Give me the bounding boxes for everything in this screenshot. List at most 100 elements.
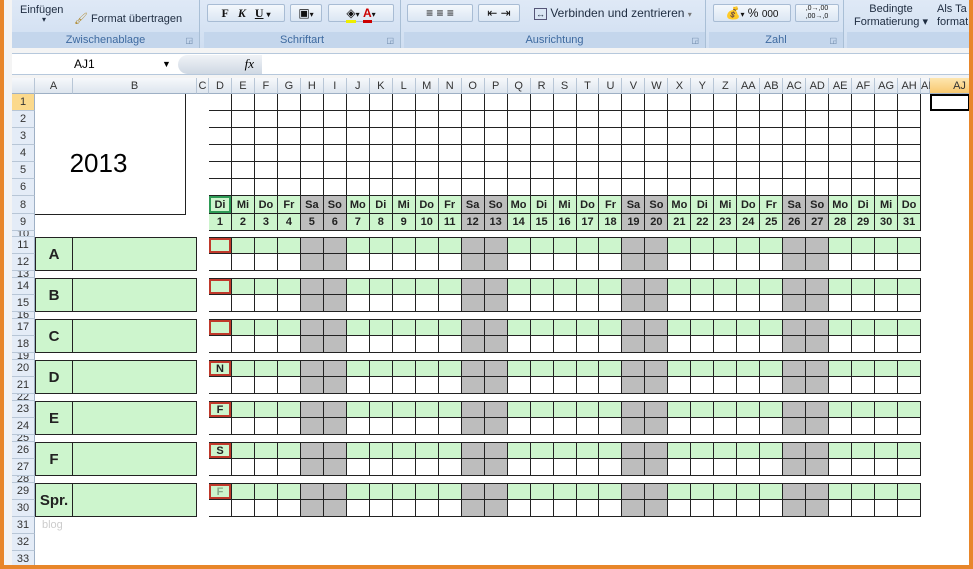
- shift-cell[interactable]: [346, 278, 370, 295]
- shift-cell[interactable]: [576, 401, 600, 418]
- shift-cell[interactable]: [300, 360, 324, 377]
- grid-cell[interactable]: [461, 128, 485, 145]
- shift-cell[interactable]: [507, 483, 531, 500]
- shift-cell[interactable]: [507, 401, 531, 418]
- grid-cell[interactable]: [645, 111, 669, 128]
- grid-cell[interactable]: [622, 162, 646, 179]
- shift-cell[interactable]: [668, 319, 692, 336]
- column-header-H[interactable]: H: [300, 78, 324, 94]
- shift-cell[interactable]: [898, 418, 922, 435]
- shift-cell[interactable]: [645, 500, 669, 517]
- column-header-S[interactable]: S: [553, 78, 577, 94]
- row-header-1[interactable]: 1: [12, 94, 35, 111]
- grid-cell[interactable]: [507, 128, 531, 145]
- font-color-icon[interactable]: A: [362, 6, 372, 23]
- shift-cell[interactable]: [438, 483, 462, 500]
- grid-cell[interactable]: [415, 94, 439, 111]
- shift-cell[interactable]: [760, 377, 784, 394]
- shift-cell[interactable]: [737, 377, 761, 394]
- grid-cell[interactable]: [369, 179, 393, 196]
- shift-cell[interactable]: [415, 336, 439, 353]
- shift-cell[interactable]: [852, 295, 876, 312]
- worksheet-grid[interactable]: A B C D E F G H I J K L M N O P Q R S T U V W X Y Z AA AB AC AD AE AF AG…: [12, 78, 969, 565]
- shift-cell[interactable]: [323, 442, 347, 459]
- shift-cell[interactable]: [484, 459, 508, 476]
- grid-cell[interactable]: [898, 179, 922, 196]
- shift-cell[interactable]: [668, 336, 692, 353]
- grid-cell[interactable]: [691, 128, 715, 145]
- grid-cell[interactable]: [300, 162, 324, 179]
- shift-cell[interactable]: [300, 295, 324, 312]
- grid-cell[interactable]: [806, 162, 830, 179]
- shift-cell[interactable]: [209, 377, 232, 394]
- shift-cell[interactable]: [209, 295, 232, 312]
- grid-cell[interactable]: [622, 179, 646, 196]
- shift-cell[interactable]: [323, 278, 347, 295]
- shift-cell[interactable]: [530, 295, 554, 312]
- column-header-O[interactable]: O: [461, 78, 485, 94]
- fill-color-icon[interactable]: ◈: [346, 6, 356, 23]
- shift-cell[interactable]: [852, 459, 876, 476]
- format-painter-button[interactable]: 🖌 Format übertragen: [74, 12, 182, 25]
- underline-button[interactable]: U: [255, 6, 264, 20]
- grid-cell[interactable]: [392, 179, 416, 196]
- shift-cell[interactable]: [392, 401, 416, 418]
- grid-cell[interactable]: [507, 162, 531, 179]
- grid-cell[interactable]: [231, 179, 255, 196]
- shift-cell[interactable]: [645, 237, 669, 254]
- grid-cell[interactable]: [530, 94, 554, 111]
- shift-cell[interactable]: [507, 295, 531, 312]
- grid-cell[interactable]: [507, 179, 531, 196]
- shift-cell[interactable]: [691, 360, 715, 377]
- row-header-3[interactable]: 3: [12, 128, 35, 145]
- shift-cell[interactable]: [323, 319, 347, 336]
- shift-cell[interactable]: [461, 401, 485, 418]
- align-right-icon[interactable]: ≡: [447, 6, 454, 20]
- shift-cell[interactable]: [783, 278, 807, 295]
- shift-cell[interactable]: [231, 377, 255, 394]
- grid-cell[interactable]: [875, 111, 899, 128]
- shift-cell[interactable]: [576, 336, 600, 353]
- shift-cell[interactable]: [553, 377, 577, 394]
- grid-cell[interactable]: [875, 128, 899, 145]
- shift-cell[interactable]: [714, 319, 738, 336]
- grid-cell[interactable]: [737, 145, 761, 162]
- grid-cell[interactable]: [323, 162, 347, 179]
- currency-icon[interactable]: 💰: [725, 6, 740, 20]
- row-header-2[interactable]: 2: [12, 111, 35, 128]
- grid-cell[interactable]: [576, 94, 600, 111]
- grid-cell[interactable]: [760, 111, 784, 128]
- shift-cell[interactable]: [346, 295, 370, 312]
- column-header-V[interactable]: V: [622, 78, 646, 94]
- grid-cell[interactable]: [438, 162, 462, 179]
- grid-cell[interactable]: [668, 162, 692, 179]
- shift-cell[interactable]: [553, 295, 577, 312]
- grid-cell[interactable]: [760, 179, 784, 196]
- shift-cell[interactable]: [484, 418, 508, 435]
- shift-cell[interactable]: [553, 336, 577, 353]
- grid-cell[interactable]: [737, 111, 761, 128]
- shift-cell[interactable]: [737, 459, 761, 476]
- grid-cell[interactable]: [438, 179, 462, 196]
- shift-cell[interactable]: [392, 278, 416, 295]
- shift-cell[interactable]: [760, 278, 784, 295]
- shift-cell[interactable]: [392, 500, 416, 517]
- shift-cell[interactable]: [300, 483, 324, 500]
- shift-cell[interactable]: [209, 418, 232, 435]
- row-header-28[interactable]: 28: [12, 476, 35, 483]
- grid-cell[interactable]: [300, 128, 324, 145]
- grid-cell[interactable]: [806, 128, 830, 145]
- grid-cell[interactable]: [254, 179, 278, 196]
- shift-cell[interactable]: [852, 442, 876, 459]
- shift-cell[interactable]: [231, 278, 255, 295]
- shift-cell[interactable]: [691, 254, 715, 271]
- row-header-31[interactable]: 31: [12, 517, 35, 534]
- shift-cell[interactable]: [714, 360, 738, 377]
- grid-cell[interactable]: [277, 145, 301, 162]
- shift-cell[interactable]: [737, 336, 761, 353]
- shift-cell[interactable]: [829, 336, 853, 353]
- row-header-5[interactable]: 5: [12, 162, 35, 179]
- shift-cell[interactable]: [231, 483, 255, 500]
- shift-cell[interactable]: [323, 459, 347, 476]
- shift-cell[interactable]: [300, 418, 324, 435]
